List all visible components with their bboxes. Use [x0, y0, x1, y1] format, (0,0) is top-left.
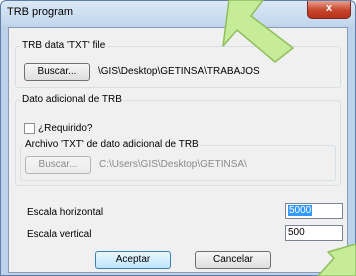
horizontal-scale-value: 5000: [288, 205, 313, 216]
trb-file-path: \GIS\Desktop\GETINSA\TRABAJOS: [98, 66, 260, 77]
vertical-scale-input[interactable]: 500: [285, 225, 343, 241]
dialog-body: TRB data 'TXT' file Buscar... \GIS\Deskt…: [8, 27, 348, 273]
required-checkbox-label: ¿Requirido?: [38, 123, 93, 134]
trb-data-group-label: TRB data 'TXT' file: [20, 40, 108, 51]
additional-data-group: Dato adicional de TRB ¿Requirido? Archiv…: [15, 94, 341, 186]
arrow-up-right-icon: [317, 243, 356, 276]
vertical-scale-label: Escala vertical: [27, 229, 92, 240]
title-bar[interactable]: TRB program x: [1, 1, 355, 25]
close-button[interactable]: x: [307, 1, 351, 19]
horizontal-scale-label: Escala horizontal: [27, 207, 104, 218]
additional-browse-button[interactable]: Buscar...: [25, 156, 91, 174]
accept-button[interactable]: Aceptar: [95, 251, 171, 269]
dialog-window: TRB program x TRB data 'TXT' file Buscar…: [0, 0, 356, 276]
vertical-scale-value: 500: [288, 227, 305, 238]
horizontal-scale-input[interactable]: 5000: [285, 203, 343, 219]
trb-browse-button[interactable]: Buscar...: [24, 63, 90, 81]
arrow-down-left-icon: [222, 0, 294, 63]
cancel-button[interactable]: Cancelar: [195, 251, 271, 269]
required-checkbox[interactable]: [24, 123, 35, 134]
additional-file-group: Archivo 'TXT' de dato adicional de TRB B…: [20, 139, 336, 181]
close-icon: x: [325, 2, 333, 14]
additional-file-path: C:\Users\GIS\Desktop\GETINSA\: [99, 159, 247, 170]
window-title: TRB program: [7, 6, 74, 18]
additional-file-group-label: Archivo 'TXT' de dato adicional de TRB: [23, 139, 201, 150]
additional-data-group-label: Dato adicional de TRB: [20, 94, 124, 105]
